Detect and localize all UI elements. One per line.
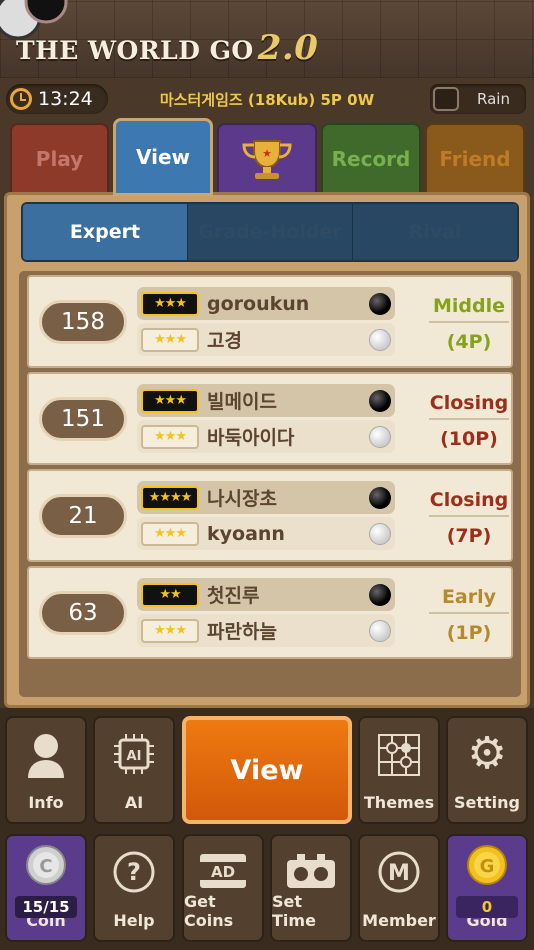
black-player-row: ★★ 첫진루	[137, 578, 395, 611]
rank-badge: ★★★	[141, 424, 199, 449]
tab-play[interactable]: Play	[10, 123, 109, 195]
gear-icon: ⚙	[467, 728, 507, 779]
game-stage: Closing (10P)	[429, 392, 509, 450]
white-stone-icon	[369, 619, 391, 642]
black-stone-icon	[369, 292, 391, 315]
tab-view[interactable]: View	[113, 118, 213, 196]
subtab-expert[interactable]: Expert	[23, 204, 188, 260]
player-name: 바둑아이다	[207, 427, 295, 449]
player-name: 빌메이드	[207, 391, 277, 413]
time-label: 13:24	[38, 88, 93, 110]
game-clock-icon	[287, 854, 335, 888]
game-card[interactable]: 151 ★★★ 빌메이드 ★★★ 바둑아이다 Closing (10P)	[27, 372, 513, 465]
player-name: 고경	[207, 330, 242, 352]
game-number: 21	[39, 494, 127, 538]
ai-chip-icon: AI	[114, 734, 154, 774]
view-panel: Expert Grade-Holder Rival 158 ★★★ gorouku…	[4, 192, 530, 708]
game-card[interactable]: 158 ★★★ goroukun ★★★ 고경 Middle (4P)	[27, 275, 513, 368]
go-board-icon	[378, 734, 420, 776]
white-player-row: ★★★ 바둑아이다	[137, 420, 395, 453]
subtab-grade-holder[interactable]: Grade-Holder	[188, 204, 353, 260]
white-player-row: ★★★ 고경	[137, 323, 395, 356]
ad-film-icon: AD	[200, 854, 246, 888]
black-stone-icon	[369, 389, 391, 412]
gold-coin-icon: G	[467, 845, 507, 885]
view-button[interactable]: View	[182, 716, 352, 824]
clock-display: 13:24	[6, 84, 108, 114]
svg-text:G: G	[480, 856, 495, 877]
rank-badge: ★★★	[141, 618, 199, 643]
user-info: 마스터게임즈 (18Kub) 5P 0W	[159, 91, 375, 109]
game-stage: Middle (4P)	[429, 295, 509, 353]
black-player-row: ★★★ 빌메이드	[137, 384, 395, 417]
game-list[interactable]: 158 ★★★ goroukun ★★★ 고경 Middle (4P) 151 ★★★…	[19, 271, 521, 697]
trophy-icon: ★	[242, 140, 292, 179]
coin-button[interactable]: C 15/15 Coin	[5, 834, 87, 942]
gold-count: 0	[456, 896, 518, 918]
themes-button[interactable]: Themes	[358, 716, 440, 824]
rank-badge: ★★★	[141, 291, 199, 316]
white-stone-icon	[369, 522, 391, 545]
set-time-button[interactable]: Set Time	[270, 834, 352, 942]
help-icon: ?	[113, 851, 155, 893]
member-icon: M	[378, 851, 420, 893]
rank-badge: ★★	[141, 582, 199, 607]
black-stone-icon	[369, 486, 391, 509]
subtab-rival[interactable]: Rival	[353, 204, 517, 260]
svg-text:AD: AD	[211, 863, 235, 881]
tab-trophy[interactable]: ★	[217, 123, 317, 195]
header: THE WORLD GO 2.0	[0, 0, 534, 78]
rank-badge: ★★★	[141, 521, 199, 546]
subtab-bar: Expert Grade-Holder Rival	[21, 202, 519, 262]
white-stone-icon	[369, 328, 391, 351]
rain-toggle[interactable]: Rain	[430, 84, 526, 114]
player-name: kyoann	[207, 522, 285, 545]
svg-text:AI: AI	[127, 749, 142, 764]
game-number: 63	[39, 591, 127, 635]
help-button[interactable]: ? Help	[93, 834, 175, 942]
gold-button[interactable]: G 0 Gold	[446, 834, 528, 942]
tab-record[interactable]: Record	[321, 123, 421, 195]
black-player-row: ★★★★ 나시장초	[137, 481, 395, 514]
black-stone-icon	[369, 583, 391, 606]
svg-text:M: M	[388, 861, 410, 886]
player-name: 첫진루	[207, 585, 260, 607]
alarm-clock-icon	[10, 88, 32, 110]
black-player-row: ★★★ goroukun	[137, 287, 395, 320]
white-player-row: ★★★ kyoann	[137, 517, 395, 550]
game-card[interactable]: 21 ★★★★ 나시장초 ★★★ kyoann Closing (7P)	[27, 469, 513, 562]
player-name: 나시장초	[207, 488, 277, 510]
svg-text:★: ★	[262, 147, 272, 160]
white-player-row: ★★★ 파란하늘	[137, 614, 395, 647]
member-button[interactable]: M Member	[358, 834, 440, 942]
game-card[interactable]: 63 ★★ 첫진루 ★★★ 파란하늘 Early (1P)	[27, 566, 513, 659]
person-icon	[28, 734, 64, 778]
app-logo: THE WORLD GO 2.0	[16, 28, 319, 68]
rain-checkbox[interactable]	[433, 87, 459, 111]
tab-friend[interactable]: Friend	[425, 123, 525, 195]
rain-label: Rain	[477, 90, 510, 108]
game-number: 151	[39, 397, 127, 441]
setting-button[interactable]: ⚙ Setting	[446, 716, 528, 824]
ai-button[interactable]: AI AI	[93, 716, 175, 824]
game-stage: Closing (7P)	[429, 489, 509, 547]
svg-text:?: ?	[127, 858, 141, 886]
rank-badge: ★★★	[141, 327, 199, 352]
game-stage: Early (1P)	[429, 586, 509, 644]
coin-count: 15/15	[15, 896, 77, 918]
white-stone-icon	[369, 425, 391, 448]
silver-coin-icon: C	[26, 845, 66, 885]
game-number: 158	[39, 300, 127, 344]
rank-badge: ★★★★	[141, 485, 199, 510]
player-name: goroukun	[207, 292, 310, 315]
svg-text:C: C	[39, 856, 52, 877]
rank-badge: ★★★	[141, 388, 199, 413]
get-coins-button[interactable]: AD Get Coins	[182, 834, 264, 942]
info-button[interactable]: Info	[5, 716, 87, 824]
player-name: 파란하늘	[207, 621, 277, 643]
